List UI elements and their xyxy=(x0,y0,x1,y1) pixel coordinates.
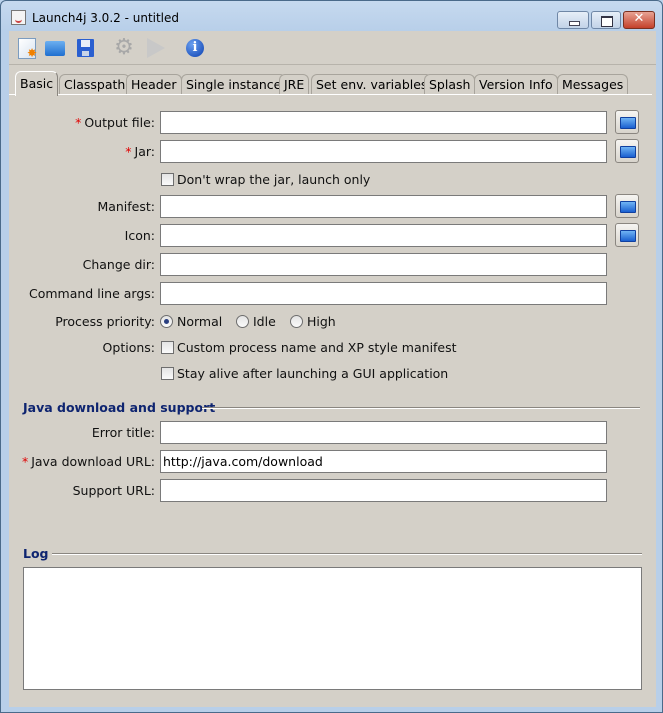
tab-single-instance[interactable]: Single instance xyxy=(181,74,287,95)
close-button[interactable]: ✕ xyxy=(623,11,655,29)
java-download-section-title: Java download and support xyxy=(23,400,216,415)
support-url-label: Support URL: xyxy=(72,483,155,498)
command-line-args-label: Command line args: xyxy=(29,286,155,301)
section-divider xyxy=(202,407,640,409)
tab-divider xyxy=(9,94,652,96)
error-title-field[interactable] xyxy=(160,421,607,444)
jar-browse-button[interactable] xyxy=(615,139,639,163)
change-dir-label: Change dir: xyxy=(82,257,155,272)
process-priority-label: Process priority: xyxy=(55,314,155,329)
change-dir-field[interactable] xyxy=(160,253,607,276)
priority-high-label: High xyxy=(307,314,336,329)
manifest-field[interactable] xyxy=(160,195,607,218)
dont-wrap-checkbox[interactable] xyxy=(161,173,174,186)
priority-high-radio[interactable] xyxy=(290,315,303,328)
client-area: ⚙ Basic Classpath Header Single instance… xyxy=(9,31,656,707)
minimize-button[interactable] xyxy=(557,11,589,29)
manifest-browse-button[interactable] xyxy=(615,194,639,218)
support-url-field[interactable] xyxy=(160,479,607,502)
folder-open-icon[interactable] xyxy=(44,37,66,59)
output-file-field[interactable] xyxy=(160,111,607,134)
stay-alive-checkbox[interactable] xyxy=(161,367,174,380)
tab-set-env-variables[interactable]: Set env. variables xyxy=(311,74,433,95)
manifest-label: Manifest: xyxy=(97,199,155,214)
log-section-title: Log xyxy=(23,546,49,561)
tab-bar: Basic Classpath Header Single instance J… xyxy=(13,71,653,96)
info-icon[interactable] xyxy=(184,37,206,59)
jar-label: * Jar: xyxy=(125,144,155,159)
tab-messages[interactable]: Messages xyxy=(557,74,629,95)
java-download-url-label: * Java download URL: xyxy=(21,454,155,469)
toolbar: ⚙ xyxy=(9,31,656,65)
new-document-icon[interactable] xyxy=(16,37,38,60)
floppy-disk-icon[interactable] xyxy=(74,37,96,59)
close-icon: ✕ xyxy=(633,11,645,26)
command-line-args-field[interactable] xyxy=(160,282,607,305)
log-divider xyxy=(52,553,642,555)
java-download-url-field[interactable] xyxy=(160,450,607,473)
tab-header[interactable]: Header xyxy=(126,74,182,95)
icon-label: Icon: xyxy=(124,228,155,243)
play-icon[interactable] xyxy=(144,37,166,59)
output-file-browse-button[interactable] xyxy=(615,110,639,134)
title-bar[interactable]: Launch4j 3.0.2 - untitled ✕ xyxy=(1,1,662,35)
main-window: Launch4j 3.0.2 - untitled ✕ ⚙ Basic Clas… xyxy=(0,0,663,713)
tab-splash[interactable]: Splash xyxy=(424,74,476,95)
tab-jre[interactable]: JRE xyxy=(279,74,310,95)
custom-process-label: Custom process name and XP style manifes… xyxy=(177,340,457,355)
priority-normal-radio[interactable] xyxy=(160,315,173,328)
tab-classpath[interactable]: Classpath xyxy=(59,74,131,95)
tab-basic[interactable]: Basic xyxy=(15,71,59,96)
error-title-label: Error title: xyxy=(91,425,155,440)
priority-idle-label: Idle xyxy=(253,314,276,329)
stay-alive-label: Stay alive after launching a GUI applica… xyxy=(177,366,449,381)
priority-idle-radio[interactable] xyxy=(236,315,249,328)
maximize-button[interactable] xyxy=(591,11,621,29)
icon-browse-button[interactable] xyxy=(615,223,639,247)
custom-process-checkbox[interactable] xyxy=(161,341,174,354)
tab-version-info[interactable]: Version Info xyxy=(474,74,558,95)
log-textarea[interactable] xyxy=(23,567,642,690)
dont-wrap-label: Don't wrap the jar, launch only xyxy=(177,172,371,187)
gear-icon[interactable]: ⚙ xyxy=(113,37,135,59)
jar-field[interactable] xyxy=(160,140,607,163)
window-title: Launch4j 3.0.2 - untitled xyxy=(32,11,180,25)
output-file-label: * Output file: xyxy=(75,115,155,130)
priority-normal-label: Normal xyxy=(177,314,223,329)
java-app-icon xyxy=(11,10,26,25)
options-label: Options: xyxy=(102,340,155,355)
icon-field[interactable] xyxy=(160,224,607,247)
